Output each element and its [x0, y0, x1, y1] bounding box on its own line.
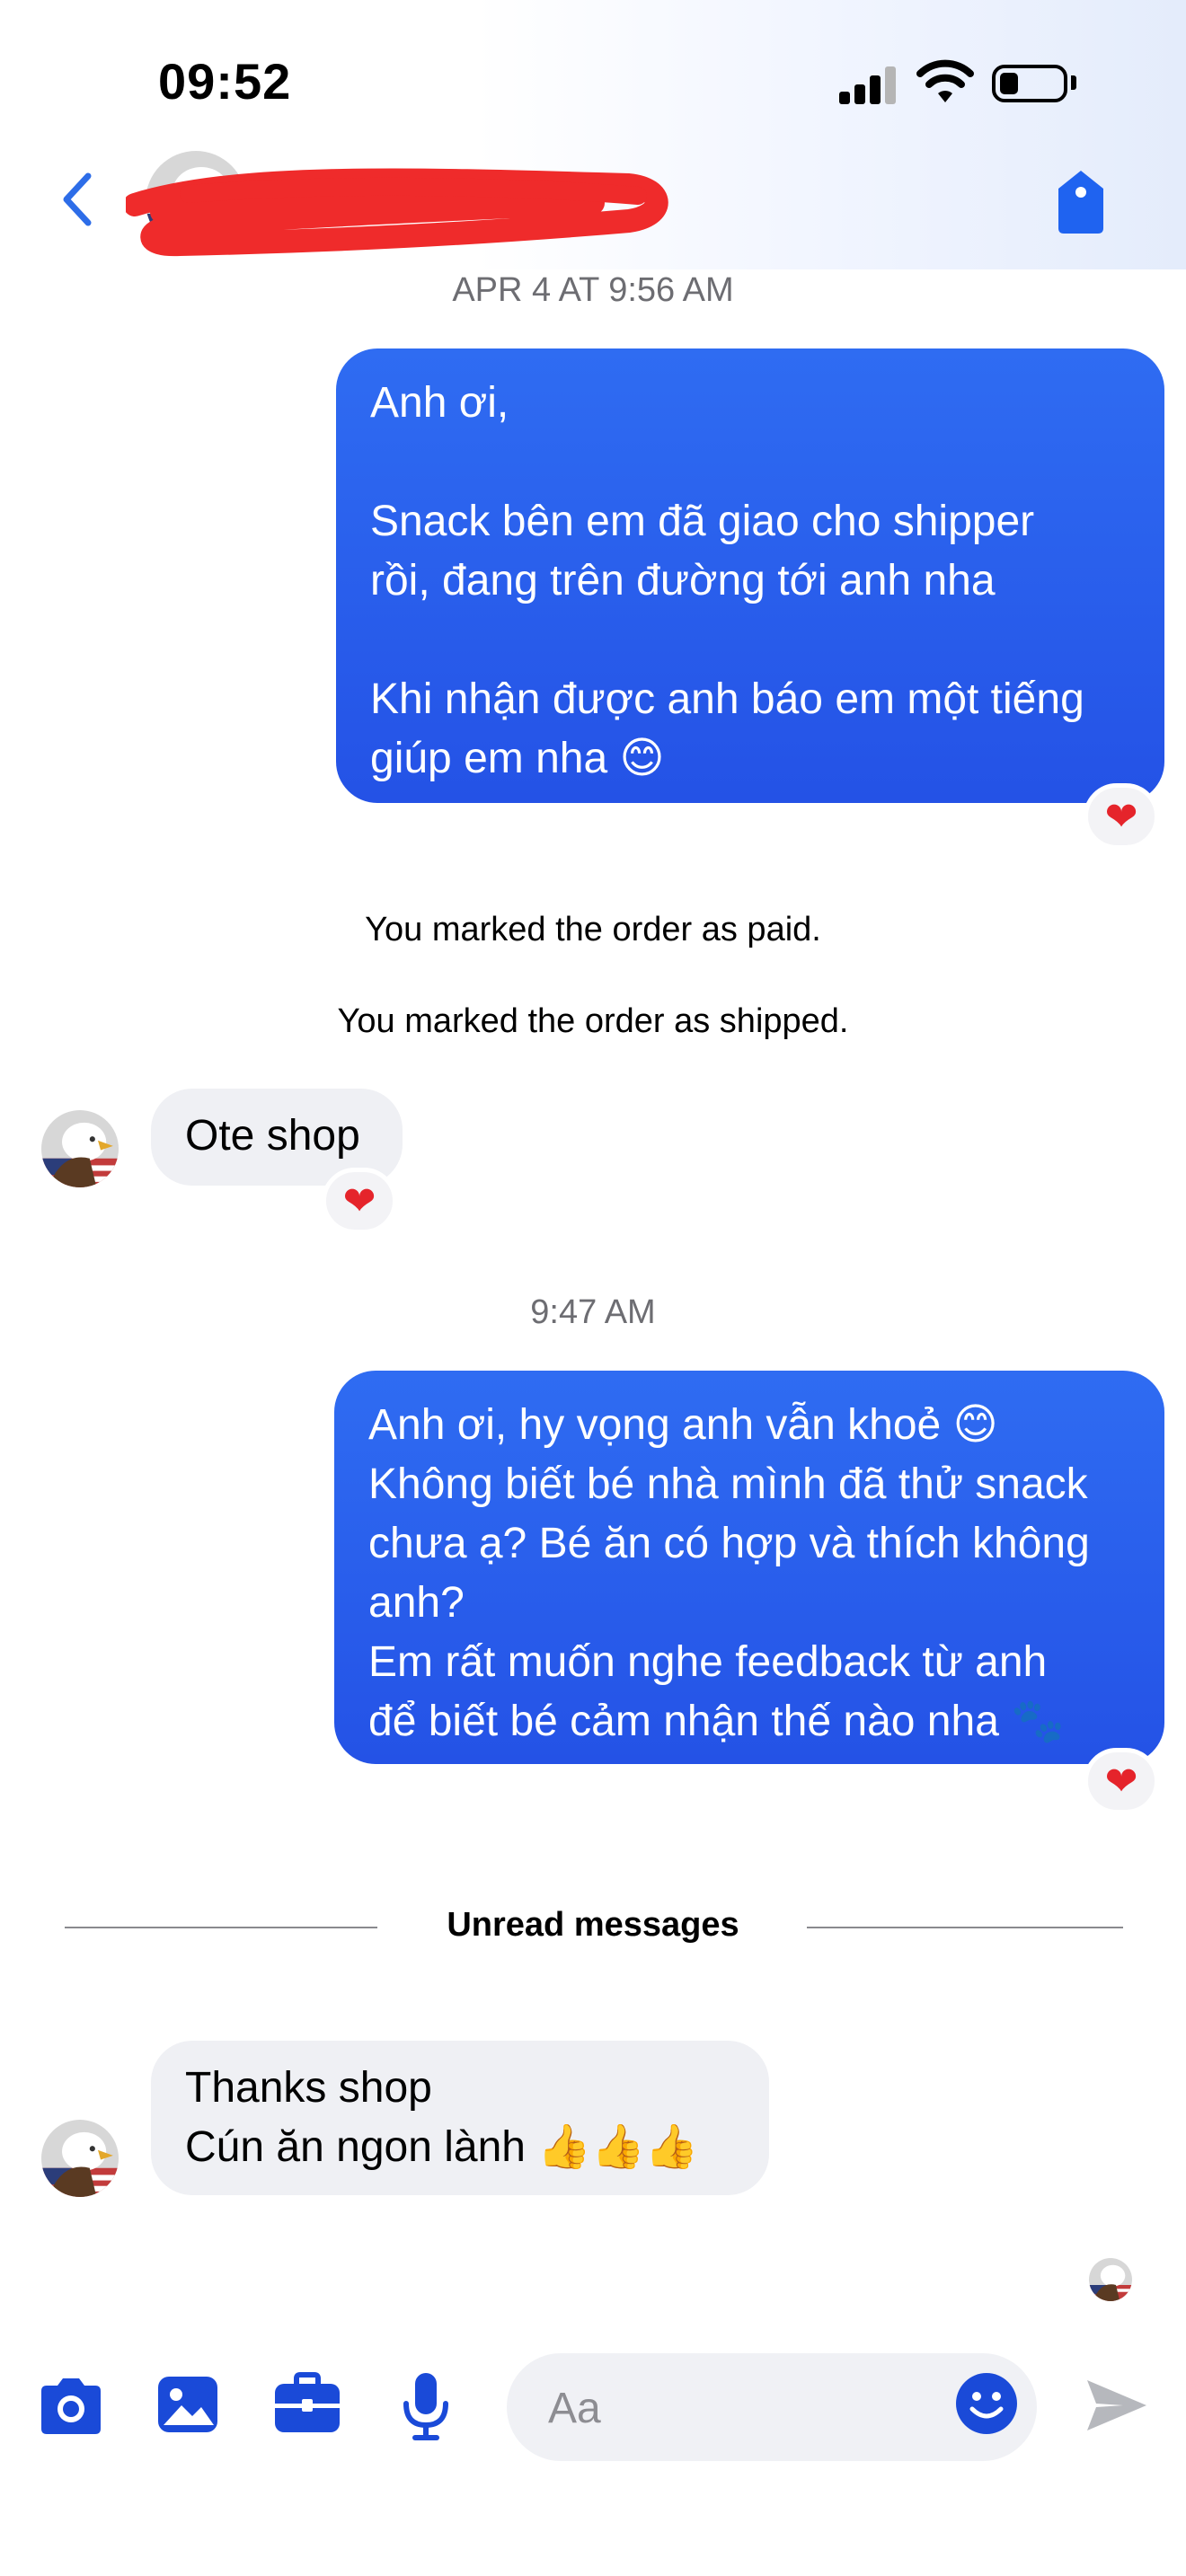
eagle-avatar-image	[41, 1110, 119, 1187]
timestamp: APR 4 AT 9:56 AM	[452, 271, 734, 309]
cellular-signal-icon	[839, 66, 897, 104]
unread-messages-divider: Unread messages	[447, 1906, 739, 1944]
read-receipt-avatar	[1089, 2258, 1132, 2301]
eagle-avatar-image	[1089, 2258, 1132, 2301]
camera-icon[interactable]	[36, 2377, 106, 2436]
timestamp: 9:47 AM	[530, 1293, 656, 1331]
eagle-avatar-image	[41, 2120, 119, 2197]
message-line: để biết bé cảm nhận thế nào nha 🐾	[368, 1698, 1065, 1745]
chevron-left-icon[interactable]	[59, 171, 95, 228]
message-line: Không biết bé nhà mình đã thử snack	[368, 1460, 1088, 1508]
send-icon[interactable]	[1084, 2377, 1150, 2434]
message-line: Thanks shop	[185, 2064, 432, 2112]
message-line: Khi nhận được anh báo em một tiếng	[370, 675, 1084, 723]
outgoing-message-bubble[interactable]: Anh ơi, Snack bên em đã giao cho shipper…	[336, 348, 1164, 803]
redacted-contact-name	[126, 168, 668, 257]
sender-avatar[interactable]	[41, 2120, 119, 2197]
wifi-icon	[916, 59, 974, 102]
message-gap	[370, 611, 1134, 670]
heart-reaction[interactable]: ❤	[1084, 783, 1159, 850]
image-icon[interactable]	[156, 2375, 219, 2434]
sender-avatar[interactable]	[41, 1110, 119, 1187]
heart-reaction[interactable]: ❤	[322, 1168, 397, 1234]
outgoing-message-bubble[interactable]: Anh ơi, hy vọng anh vẫn khoẻ 😊 Không biế…	[334, 1371, 1164, 1764]
message-line: Anh ơi, hy vọng anh vẫn khoẻ 😊	[368, 1401, 998, 1449]
battery-icon	[992, 65, 1067, 102]
battery-tip	[1071, 75, 1076, 90]
message-line: Ote shop	[185, 1112, 360, 1160]
microphone-icon[interactable]	[401, 2371, 451, 2441]
tag-icon[interactable]	[1051, 169, 1111, 235]
message-gap	[370, 433, 1134, 492]
message-line: rồi, đang trên đường tới anh nha	[370, 557, 996, 604]
status-time: 09:52	[158, 53, 292, 110]
message-line: giúp em nha 😊	[370, 735, 665, 782]
message-input[interactable]	[546, 2373, 927, 2443]
incoming-message-bubble[interactable]: Thanks shop Cún ăn ngon lành 👍👍👍	[151, 2041, 769, 2195]
system-message-shipped: You marked the order as shipped.	[337, 1002, 849, 1040]
message-line: anh?	[368, 1579, 465, 1627]
smiley-icon[interactable]	[954, 2371, 1019, 2436]
message-line: Snack bên em đã giao cho shipper	[370, 498, 1035, 545]
message-line: chưa ạ? Bé ăn có hợp và thích không	[368, 1520, 1090, 1567]
briefcase-icon[interactable]	[273, 2371, 341, 2436]
message-line: Anh ơi,	[370, 379, 509, 427]
message-line: Em rất muốn nghe feedback từ anh	[368, 1638, 1048, 1686]
message-line: Cún ăn ngon lành 👍👍👍	[185, 2123, 699, 2171]
heart-reaction[interactable]: ❤	[1084, 1748, 1159, 1814]
system-message-paid: You marked the order as paid.	[365, 911, 821, 948]
